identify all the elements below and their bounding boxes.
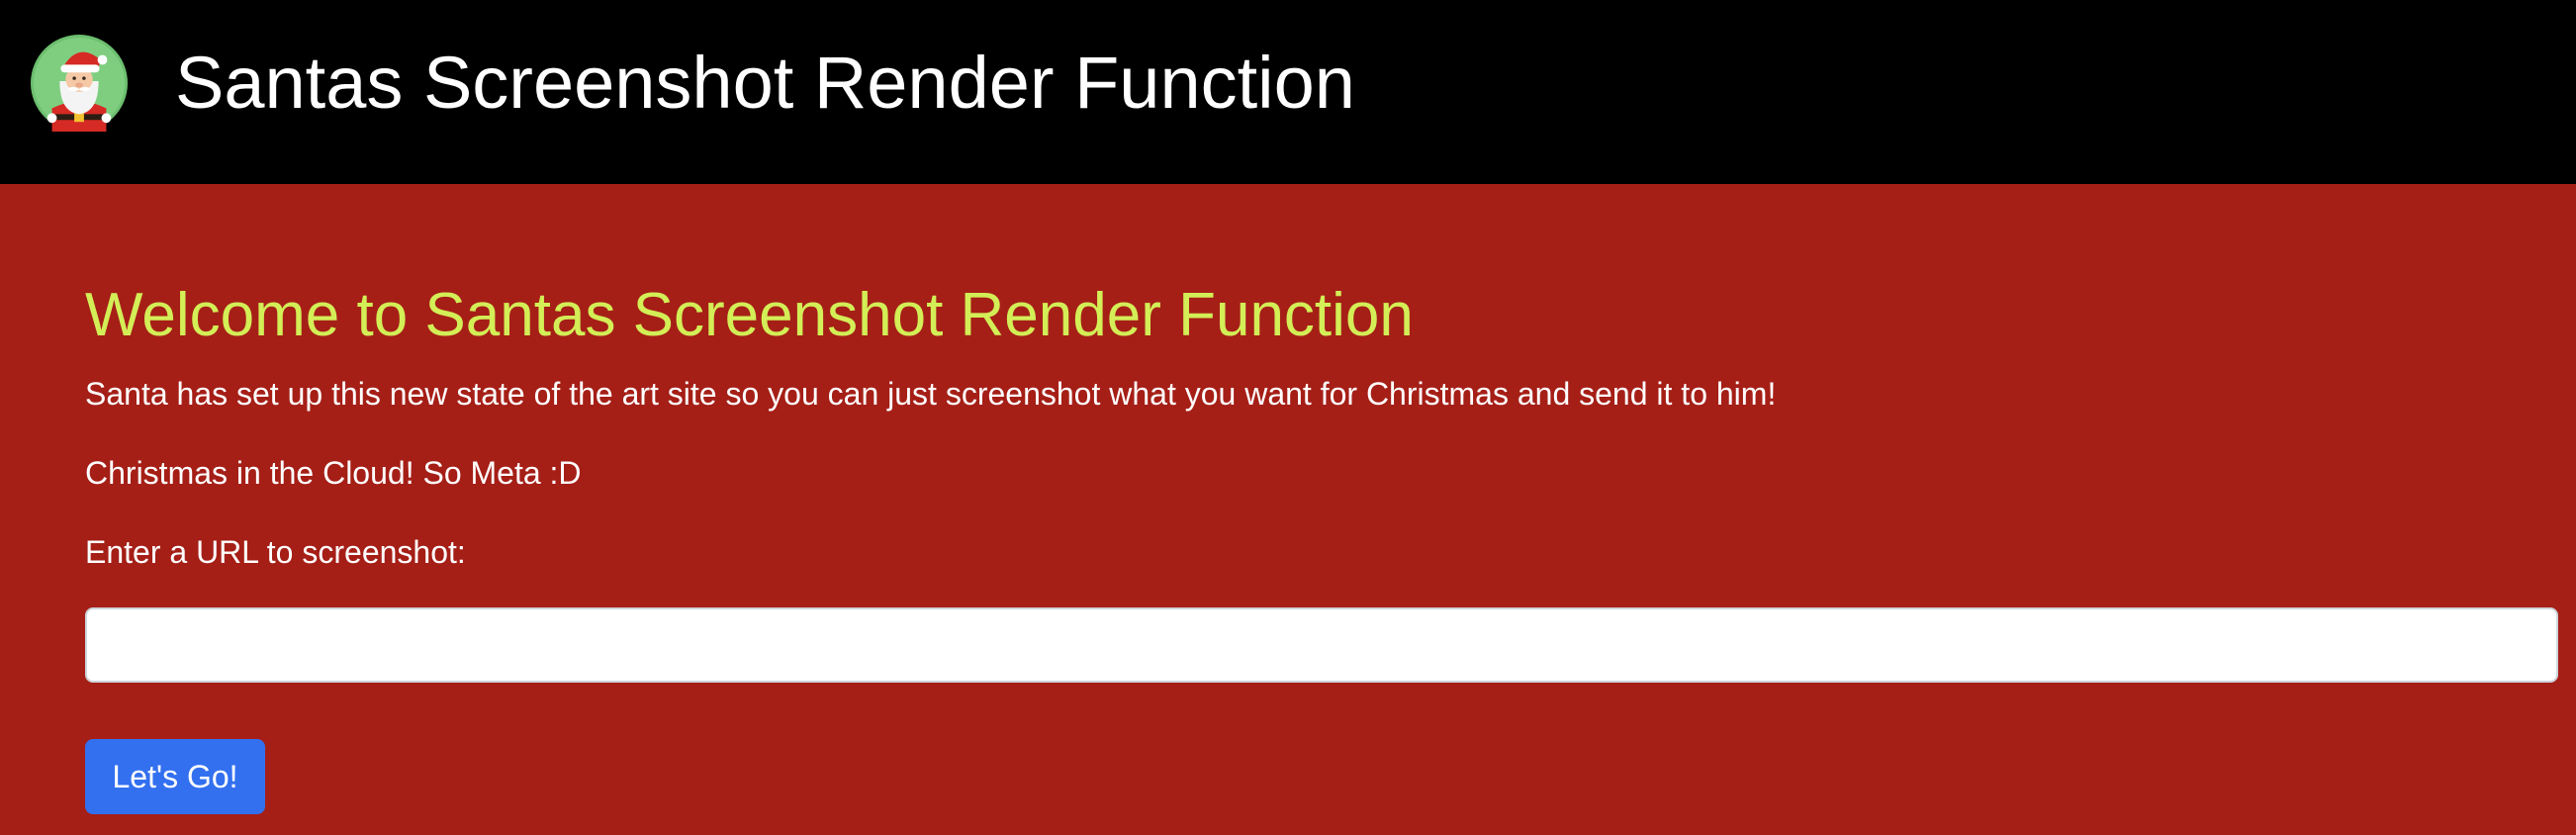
santa-claus-icon[interactable] <box>31 35 128 132</box>
welcome-heading: Welcome to Santas Screenshot Render Func… <box>85 281 1414 349</box>
submit-button[interactable]: Let's Go! <box>85 739 265 814</box>
tagline-text: Christmas in the Cloud! So Meta :D <box>85 455 582 491</box>
site-title: Santas Screenshot Render Function <box>175 42 1355 124</box>
url-input[interactable] <box>85 607 2558 683</box>
navbar: Santas Screenshot Render Function <box>0 0 2576 184</box>
intro-text: Santa has set up this new state of the a… <box>85 376 1777 412</box>
url-field-label: Enter a URL to screenshot: <box>85 534 466 570</box>
